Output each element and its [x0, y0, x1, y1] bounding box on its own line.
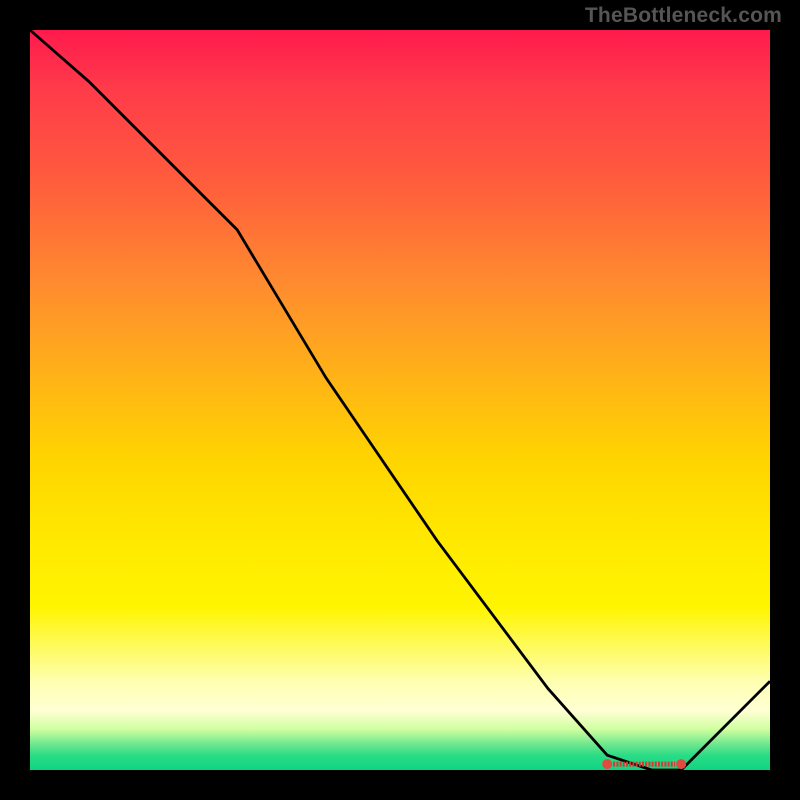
- line-series-curve: [30, 30, 770, 770]
- chart-svg: [30, 30, 770, 770]
- marker-dot: [603, 760, 612, 769]
- marker-dot: [677, 760, 686, 769]
- watermark-text: TheBottleneck.com: [585, 4, 782, 28]
- plot-area: [30, 30, 770, 770]
- chart-container: TheBottleneck.com: [0, 0, 800, 800]
